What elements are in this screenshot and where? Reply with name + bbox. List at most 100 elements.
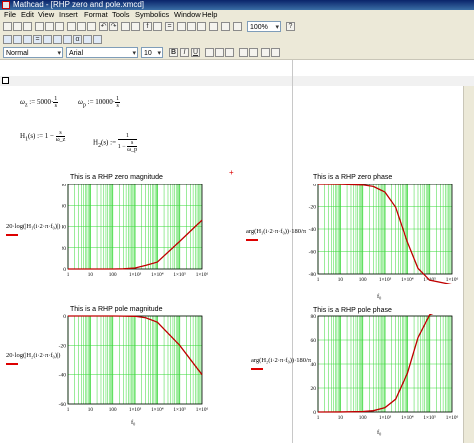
insert-region-icon[interactable] [221,22,230,31]
insert-unit-icon[interactable] [153,22,162,31]
y-tick-label: 80 [62,184,66,188]
print-icon[interactable] [35,22,44,31]
help-icon[interactable]: ? [286,22,295,31]
superscript-icon[interactable] [271,48,280,57]
insert-function-icon[interactable]: f [143,22,152,31]
x-tick-label: 10 [338,277,344,283]
menu-bar: File Edit View Insert Format Tools Symbo… [0,10,474,20]
font-size-select[interactable]: 10 [141,47,163,59]
new-icon[interactable] [3,22,12,31]
hyperlink-icon[interactable] [209,22,218,31]
plot-1[interactable]: 0204060801101001×10³1×10⁴1×10⁵1×10⁶ [62,184,208,276]
assign-op: := [87,98,94,107]
x-tick-label: 10 [338,415,344,421]
undo-icon[interactable]: ↶ [99,22,108,31]
boolean-palette-icon[interactable] [53,35,62,44]
x-tick-label: 100 [109,272,117,276]
region-marker-icon[interactable] [2,77,9,84]
x-tick-label: 1×10⁴ [151,407,164,413]
y-tick-label: 0 [313,184,316,188]
menu-edit[interactable]: Edit [21,10,34,20]
spell-check-icon[interactable] [55,22,64,31]
menu-help[interactable]: Help [202,10,217,20]
x-tick-label: 1×10³ [129,407,142,413]
menu-insert[interactable]: Insert [59,10,78,20]
bullets-icon[interactable] [239,48,248,57]
menu-view[interactable]: View [38,10,54,20]
menu-window[interactable]: Window [174,10,201,20]
greek-palette-icon[interactable]: α [73,35,82,44]
save-icon[interactable] [23,22,32,31]
align-left-icon[interactable] [205,48,214,57]
x-tick-label: 1×10⁶ [446,277,459,283]
align-right-icon[interactable] [225,48,234,57]
tutorial-icon[interactable] [233,22,242,31]
numbering-icon[interactable] [249,48,258,57]
plot-2[interactable]: 0-20-40-60-801 10 100 1×10³ 1×10⁴ 1×10⁵ 1×10⁶ [304,184,464,284]
print-preview-icon[interactable] [45,22,54,31]
italic-button[interactable]: I [180,48,189,57]
open-icon[interactable] [13,22,22,31]
h2-args: (s) := [100,138,117,147]
y-tick-label: 20 [311,386,317,392]
underline-button[interactable]: U [191,48,200,57]
window-title: Mathcad - [RHP zero and pole.xmcd] [13,0,145,9]
plot-1-ylabel-underline [6,234,18,236]
menu-tools[interactable]: Tools [112,10,130,20]
graph-palette-icon[interactable] [13,35,22,44]
plot-3-ylabel-text: 20·log(|H₂(i·2·π·f₀)|) [6,352,61,359]
h1-definition[interactable]: H1(s) := 1 − s ω_z [20,130,66,143]
y-tick-label: 0 [63,314,66,320]
x-tick-label: 1 [317,415,320,421]
paste-icon[interactable] [87,22,96,31]
h2-numerator: 1 [117,133,138,140]
y-tick-label: -40 [59,373,67,379]
omega-z-definition[interactable]: ωz := 5000· 1 s [20,96,59,109]
x-tick-label: 1×10⁴ [401,277,414,283]
h2-definition[interactable]: H2(s) := 11 − s ω_p [93,133,138,153]
font-select[interactable]: Arial [66,47,138,59]
plot-4-ylabel-text: arg(H₂(i·2·π·f₀))·180/π [251,357,312,364]
programming-palette-icon[interactable] [63,35,72,44]
menu-file[interactable]: File [4,10,16,20]
calculator-palette-icon[interactable] [3,35,12,44]
x-tick-label: 10 [88,272,94,276]
omega-p-definition[interactable]: ωp := 10000· 1 s [78,96,121,109]
y-tick-label: -60 [59,402,67,408]
plot-4[interactable]: 0204060801 10 100 1×10³ 1×10⁴ 1×10⁵ 1×10⁶ [304,314,464,426]
x-tick-label: 1×10⁵ [173,272,186,276]
vertical-scrollbar[interactable] [463,86,474,443]
y-tick-label: 20 [62,246,66,252]
matrix-palette-icon[interactable] [23,35,32,44]
redo-icon[interactable]: ↷ [109,22,118,31]
calculus-palette-icon[interactable] [43,35,52,44]
copy-icon[interactable] [77,22,86,31]
modifier-palette-icon[interactable] [93,35,102,44]
zoom-select[interactable]: 100% [247,21,281,33]
x-tick-label: 100 [359,415,367,421]
plot-1-title: This is a RHP zero magnitude [70,174,163,181]
align-down-icon[interactable] [131,22,140,31]
insert-component-icon[interactable] [177,22,186,31]
h1-args: (s) := 1 − [27,132,54,141]
evaluation-palette-icon[interactable]: = [33,35,42,44]
calculate-icon[interactable]: = [165,22,174,31]
x-tick-label: 10 [88,407,94,413]
align-across-icon[interactable] [121,22,130,31]
cut-icon[interactable] [67,22,76,31]
menu-format[interactable]: Format [84,10,108,20]
plot-2-ylabel-text: arg(H₁(i·2·π·f₀))·180/π [246,228,307,235]
plot-3[interactable]: 0 -20 -40 -601 10 100 1×10³ 1×10⁴ 1×10⁵ 1×10⁶ [58,314,208,416]
menu-symbolics[interactable]: Symbolics [135,10,169,20]
bold-button[interactable]: B [169,48,178,57]
x-tick-label: 1 [67,407,70,413]
align-center-icon[interactable] [215,48,224,57]
resource-center-icon[interactable] [197,22,206,31]
plot-2-ylabel: arg(H₁(i·2·π·f₀))·180/π [246,228,307,241]
window-title-bar[interactable]: Mathcad - [RHP zero and pole.xmcd] [0,0,474,10]
symbolic-palette-icon[interactable] [83,35,92,44]
style-select[interactable]: Normal [3,47,63,59]
subscript-icon[interactable] [261,48,270,57]
run-script-icon[interactable] [187,22,196,31]
assign-op: := [29,98,36,107]
